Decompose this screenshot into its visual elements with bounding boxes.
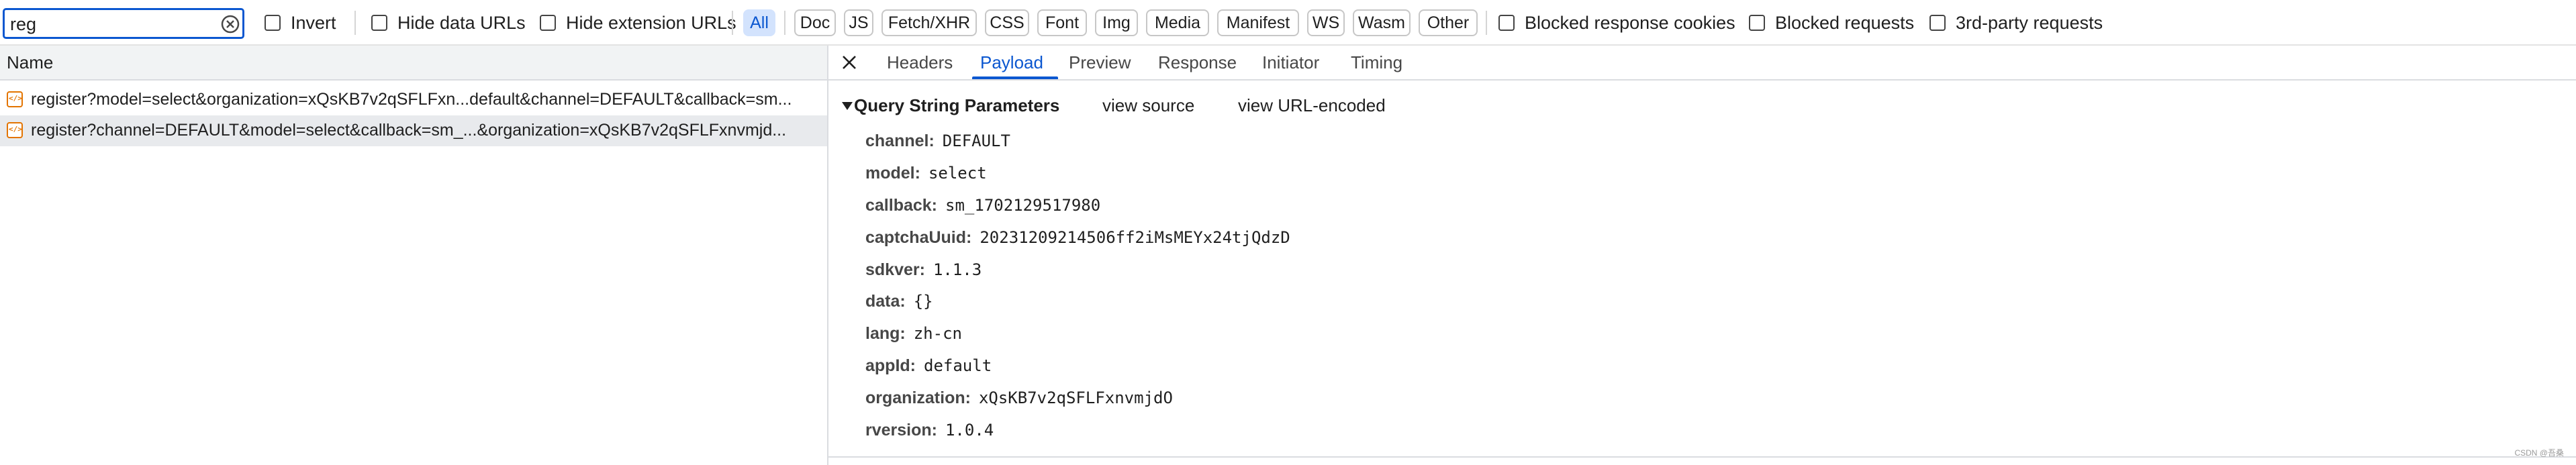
request-row[interactable]: register?model=select&organization=xQsKB… [0, 85, 827, 115]
param-row-callback: callback: sm_1702129517980 [865, 196, 1100, 219]
param-value: 1.0.4 [945, 421, 994, 440]
request-row-selected[interactable]: register?channel=DEFAULT&model=select&ca… [0, 115, 827, 146]
param-value: select [928, 164, 987, 183]
hide-data-urls-checkbox[interactable] [371, 15, 387, 31]
type-chip-all[interactable]: All [743, 9, 775, 36]
param-value: {} [913, 292, 933, 311]
toolbar-divider [732, 11, 733, 35]
param-row-channel: channel: DEFAULT [865, 132, 1010, 154]
request-name: register?channel=DEFAULT&model=select&ca… [31, 121, 787, 140]
type-chip-ws[interactable]: WS [1307, 9, 1345, 36]
blocked-requests-label[interactable]: Blocked requests [1775, 12, 1914, 34]
param-key: appId: [865, 356, 916, 375]
param-value: xQsKB7v2qSFLFxnvmjdO [978, 389, 1173, 407]
hide-extension-urls-checkbox[interactable] [540, 15, 556, 31]
query-params-section-title[interactable]: Query String Parameters [854, 95, 1059, 116]
tab-timing[interactable]: Timing [1351, 52, 1402, 73]
invert-checkbox[interactable] [265, 15, 281, 31]
param-key: lang: [865, 324, 906, 343]
type-chip-font[interactable]: Font [1037, 9, 1087, 36]
param-row-organization: organization: xQsKB7v2qSFLFxnvmjdO [865, 389, 1173, 411]
param-key: data: [865, 292, 906, 311]
toolbar-divider [1486, 11, 1487, 35]
request-list-pane: Name register?model=select&organization=… [0, 46, 827, 465]
toolbar-divider [784, 11, 785, 35]
blocked-response-cookies-checkbox[interactable] [1498, 15, 1515, 31]
param-value: default [924, 356, 992, 375]
param-key: callback: [865, 196, 938, 215]
name-column-header[interactable]: Name [0, 46, 827, 81]
param-value: sm_1702129517980 [945, 196, 1101, 215]
param-row-captcha-uuid: captchaUuid: 20231209214506ff2iMsMEYx24tj… [865, 228, 1290, 251]
invert-label[interactable]: Invert [291, 12, 336, 34]
clear-circle-icon[interactable] [221, 15, 240, 34]
request-name: register?model=select&organization=xQsKB… [31, 90, 792, 109]
type-chip-other[interactable]: Other [1419, 9, 1478, 36]
section-divider [828, 456, 2576, 458]
param-key: model: [865, 164, 920, 183]
blocked-requests-checkbox[interactable] [1749, 15, 1765, 31]
type-chip-css[interactable]: CSS [985, 9, 1029, 36]
tab-payload[interactable]: Payload [980, 52, 1043, 73]
toolbar-divider [354, 11, 356, 35]
view-source-link[interactable]: view source [1102, 95, 1194, 116]
param-key: captchaUuid: [865, 228, 972, 247]
name-column-label: Name [7, 52, 54, 72]
param-value: 20231209214506ff2iMsMEYx24tjQdzD [980, 228, 1290, 247]
script-file-icon [7, 91, 23, 107]
type-chip-media[interactable]: Media [1146, 9, 1209, 36]
blocked-response-cookies-label[interactable]: Blocked response cookies [1525, 12, 1735, 34]
param-key: channel: [865, 132, 935, 150]
param-row-sdkver: sdkver: 1.1.3 [865, 260, 982, 283]
param-row-rversion: rversion: 1.0.4 [865, 421, 994, 444]
param-row-data: data: {} [865, 292, 933, 315]
tab-headers[interactable]: Headers [887, 52, 953, 73]
param-row-model: model: select [865, 164, 987, 187]
param-key: sdkver: [865, 260, 925, 279]
script-file-icon [7, 122, 23, 138]
param-value: zh-cn [913, 324, 962, 343]
filter-search-input[interactable] [10, 13, 211, 36]
type-chip-doc[interactable]: Doc [794, 9, 836, 36]
active-tab-indicator [972, 76, 1058, 79]
param-row-lang: lang: zh-cn [865, 324, 962, 347]
detail-tabs-bar: Headers Payload Preview Response Initiat… [828, 46, 2576, 81]
type-chip-img[interactable]: Img [1095, 9, 1138, 36]
param-value: 1.1.3 [933, 260, 982, 279]
param-row-app-id: appId: default [865, 356, 992, 379]
hide-extension-urls-label[interactable]: Hide extension URLs [566, 12, 736, 34]
tab-initiator[interactable]: Initiator [1262, 52, 1319, 73]
watermark: CSDN @吾桑 [2514, 448, 2564, 458]
param-value: DEFAULT [942, 132, 1010, 150]
tab-preview[interactable]: Preview [1069, 52, 1131, 73]
third-party-requests-label[interactable]: 3rd-party requests [1956, 12, 2103, 34]
hide-data-urls-label[interactable]: Hide data URLs [397, 12, 526, 34]
type-chip-manifest[interactable]: Manifest [1217, 9, 1299, 36]
type-chip-wasm[interactable]: Wasm [1353, 9, 1411, 36]
tab-response[interactable]: Response [1158, 52, 1237, 73]
filter-toolbar: Invert Hide data URLs Hide extension URL… [0, 0, 2576, 46]
type-chip-js[interactable]: JS [844, 9, 873, 36]
param-key: organization: [865, 389, 971, 407]
filter-search-box[interactable] [3, 8, 244, 39]
triangle-down-icon[interactable] [842, 102, 853, 110]
third-party-requests-checkbox[interactable] [1929, 15, 1946, 31]
view-url-encoded-link[interactable]: view URL-encoded [1238, 95, 1386, 116]
request-details-pane: Headers Payload Preview Response Initiat… [828, 46, 2576, 465]
param-key: rversion: [865, 421, 937, 440]
close-icon[interactable] [841, 54, 858, 71]
type-chip-fetch-xhr[interactable]: Fetch/XHR [881, 9, 977, 36]
